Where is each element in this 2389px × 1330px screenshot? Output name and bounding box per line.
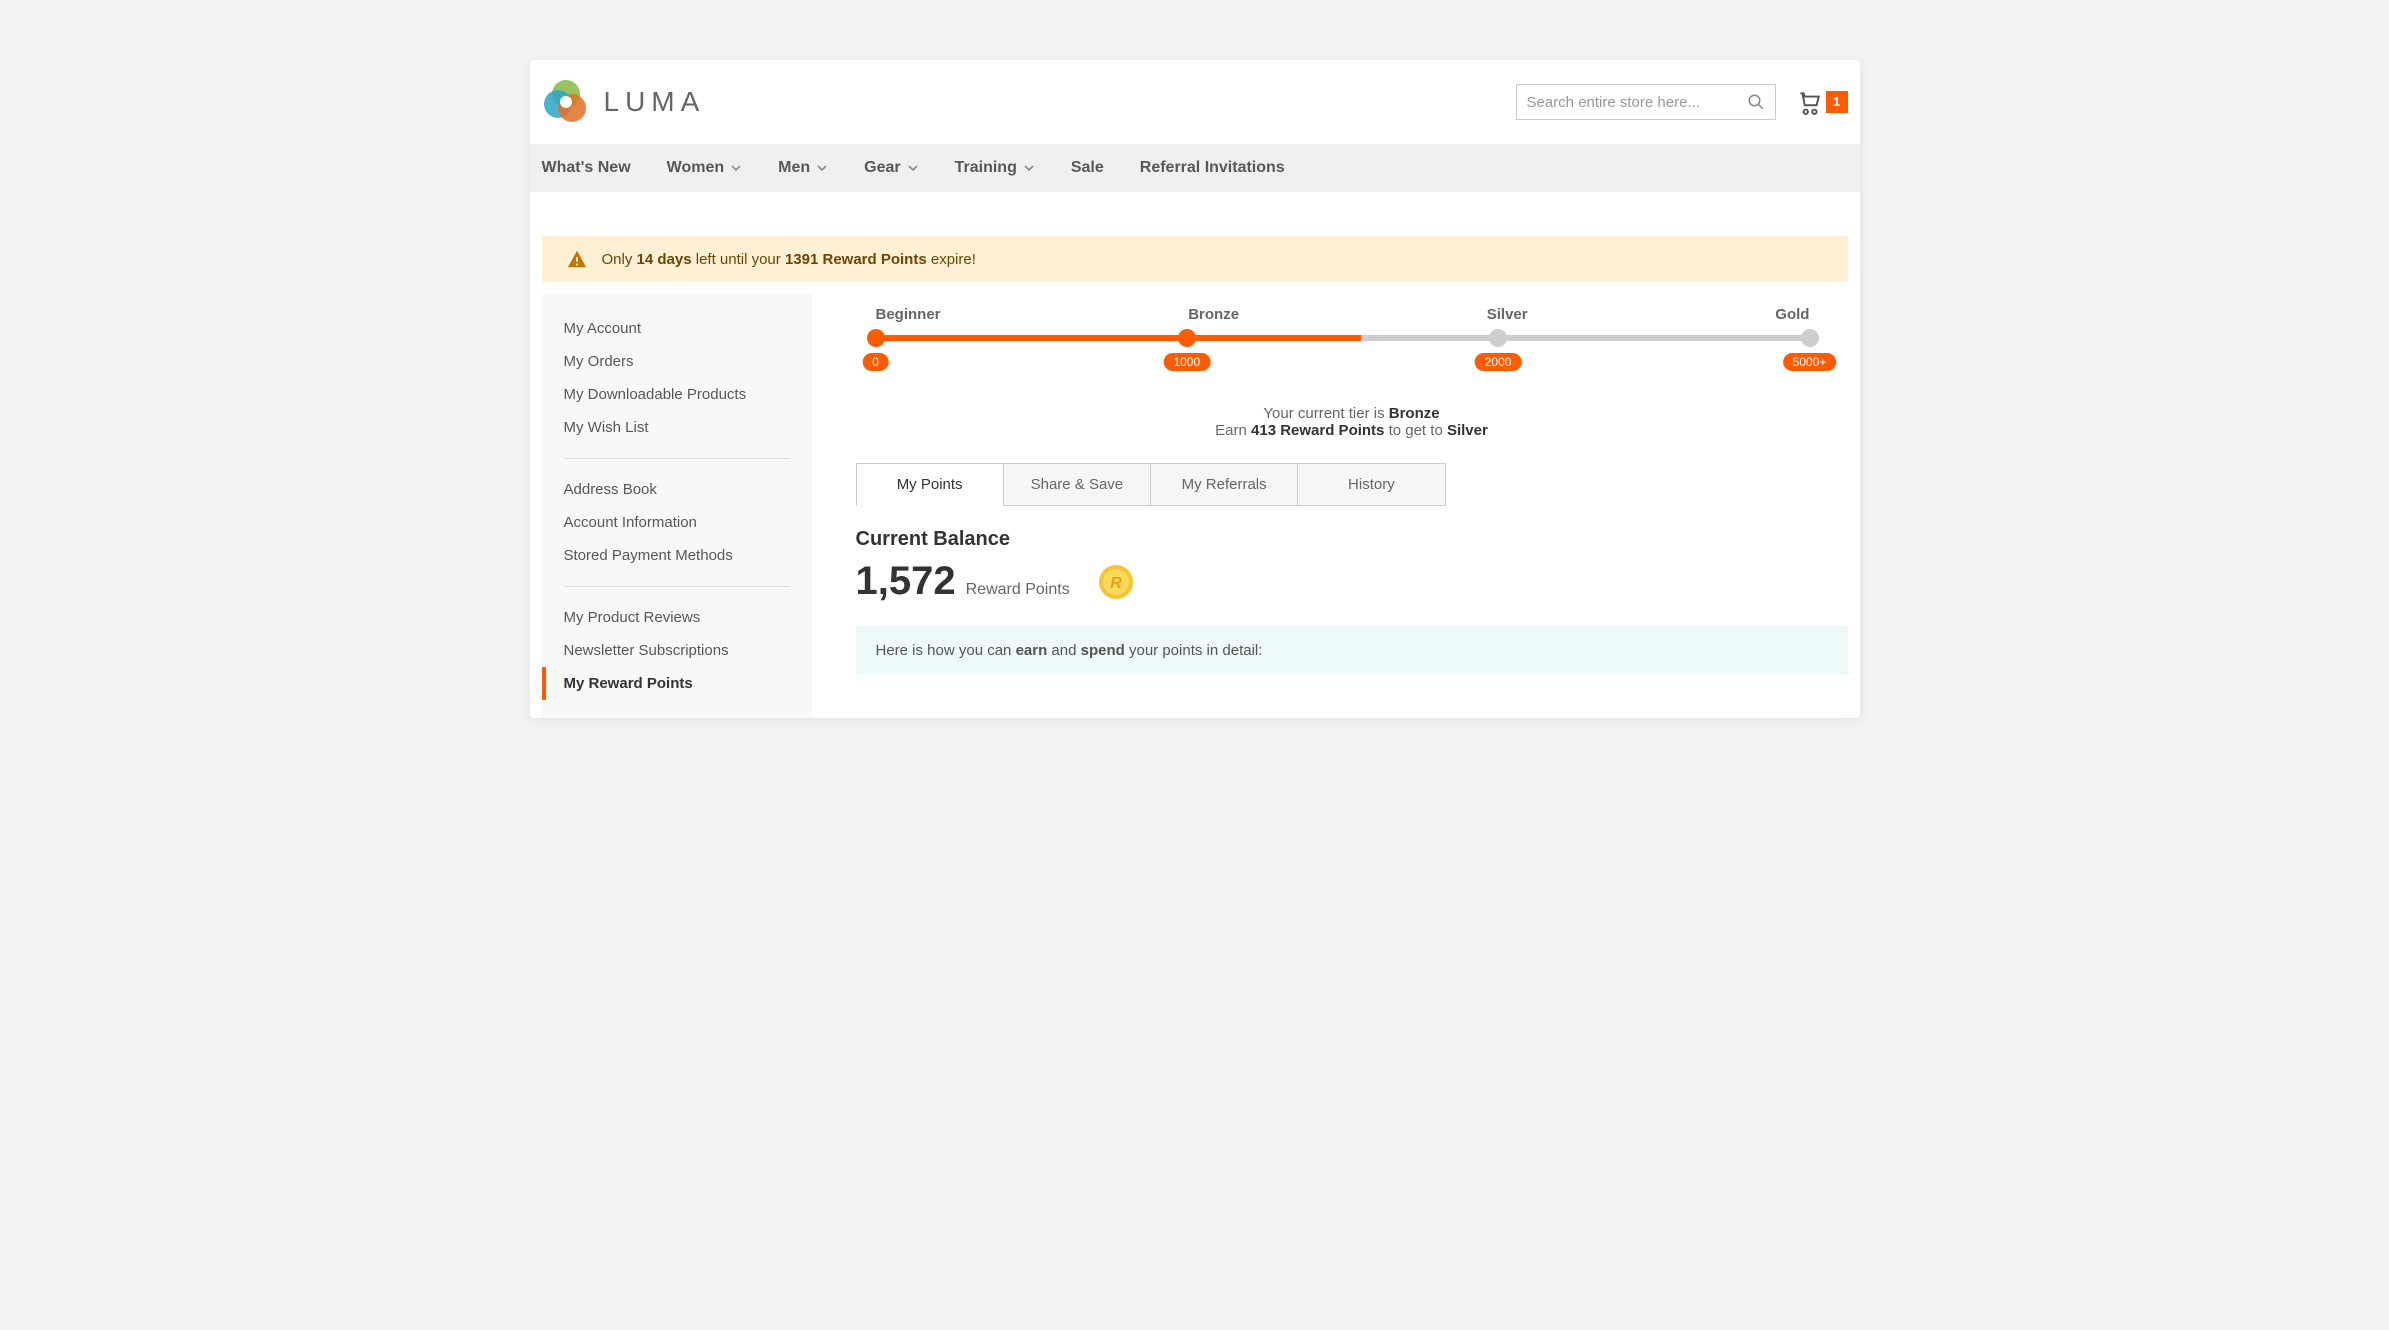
tab-history[interactable]: History xyxy=(1297,463,1445,506)
sidebar-item-my-downloadable-products[interactable]: My Downloadable Products xyxy=(542,378,812,411)
search-input[interactable] xyxy=(1527,94,1747,111)
balance-row: 1,572 Reward Points R xyxy=(856,559,1848,604)
tier-track: BeginnerBronzeSilverGold 0100020005000+ xyxy=(856,306,1830,375)
cart[interactable]: 1 xyxy=(1796,89,1848,115)
header: LUMA 1 xyxy=(530,60,1860,144)
alert-text: Only 14 days left until your 1391 Reward… xyxy=(602,251,976,268)
tier-marker-beginner xyxy=(867,329,885,347)
tier-status: Your current tier is Bronze Earn 413 Rew… xyxy=(856,405,1848,439)
cart-count-badge: 1 xyxy=(1826,91,1848,113)
sidebar-item-my-orders[interactable]: My Orders xyxy=(542,345,812,378)
tier-marker-bronze xyxy=(1178,329,1196,347)
tier-label-gold: Gold xyxy=(1775,306,1809,323)
chevron-down-icon xyxy=(816,162,828,174)
logo-icon xyxy=(542,78,590,126)
expiry-alert: Only 14 days left until your 1391 Reward… xyxy=(542,236,1848,282)
rewards-panel: BeginnerBronzeSilverGold 0100020005000+ … xyxy=(856,294,1848,718)
tier-marker-silver xyxy=(1489,329,1507,347)
logo-text: LUMA xyxy=(604,86,706,118)
balance-value: 1,572 xyxy=(856,559,956,604)
account-sidebar: My AccountMy OrdersMy Downloadable Produ… xyxy=(542,294,812,718)
search-icon[interactable] xyxy=(1747,93,1765,111)
tier-progress-bar xyxy=(876,335,1810,341)
chevron-down-icon xyxy=(907,162,919,174)
svg-text:R: R xyxy=(1110,575,1122,592)
balance-unit: Reward Points xyxy=(966,581,1070,599)
sidebar-item-newsletter-subscriptions[interactable]: Newsletter Subscriptions xyxy=(542,634,812,667)
tier-label-silver: Silver xyxy=(1487,306,1528,323)
chevron-down-icon xyxy=(1023,162,1035,174)
tab-my-referrals[interactable]: My Referrals xyxy=(1150,463,1298,506)
sidebar-item-account-information[interactable]: Account Information xyxy=(542,506,812,539)
sidebar-item-my-account[interactable]: My Account xyxy=(542,312,812,345)
coin-icon: R xyxy=(1098,564,1134,600)
content: My AccountMy OrdersMy Downloadable Produ… xyxy=(530,282,1860,718)
tab-my-points[interactable]: My Points xyxy=(856,463,1004,506)
tab-share-save[interactable]: Share & Save xyxy=(1003,463,1151,506)
logo[interactable]: LUMA xyxy=(542,78,706,126)
sidebar-item-my-product-reviews[interactable]: My Product Reviews xyxy=(542,601,812,634)
nav-item-referral-invitations[interactable]: Referral Invitations xyxy=(1140,159,1285,177)
sidebar-item-stored-payment-methods[interactable]: Stored Payment Methods xyxy=(542,539,812,572)
nav-item-gear[interactable]: Gear xyxy=(864,159,918,177)
tier-value-silver: 2000 xyxy=(1475,353,1522,371)
nav-item-sale[interactable]: Sale xyxy=(1071,159,1104,177)
sidebar-divider xyxy=(564,586,790,587)
nav-item-women[interactable]: Women xyxy=(667,159,742,177)
nav-item-men[interactable]: Men xyxy=(778,159,828,177)
info-banner: Here is how you can earn and spend your … xyxy=(856,626,1848,675)
balance-heading: Current Balance xyxy=(856,528,1848,551)
rewards-tabs: My PointsShare & SaveMy ReferralsHistory xyxy=(856,463,1446,506)
chevron-down-icon xyxy=(730,162,742,174)
app-window: LUMA 1 What's New Women Men Gear Training Sal… xyxy=(530,60,1860,718)
sidebar-item-my-reward-points[interactable]: My Reward Points xyxy=(542,667,812,700)
tier-marker-gold xyxy=(1801,329,1819,347)
tier-progress-fill xyxy=(876,335,1362,341)
sidebar-item-my-wish-list[interactable]: My Wish List xyxy=(542,411,812,444)
sidebar-divider xyxy=(564,458,790,459)
tier-value-beginner: 0 xyxy=(862,353,889,371)
tier-label-bronze: Bronze xyxy=(1188,306,1239,323)
main-nav: What's New Women Men Gear Training Sale Referr… xyxy=(530,144,1860,192)
nav-item-training[interactable]: Training xyxy=(955,159,1035,177)
nav-item-what-s-new[interactable]: What's New xyxy=(542,159,631,177)
tier-label-beginner: Beginner xyxy=(876,306,941,323)
tier-value-gold: 5000+ xyxy=(1783,353,1837,371)
tier-value-bronze: 1000 xyxy=(1163,353,1210,371)
search-box[interactable] xyxy=(1516,84,1776,120)
cart-icon xyxy=(1796,89,1822,115)
warning-icon xyxy=(566,248,588,270)
sidebar-item-address-book[interactable]: Address Book xyxy=(542,473,812,506)
